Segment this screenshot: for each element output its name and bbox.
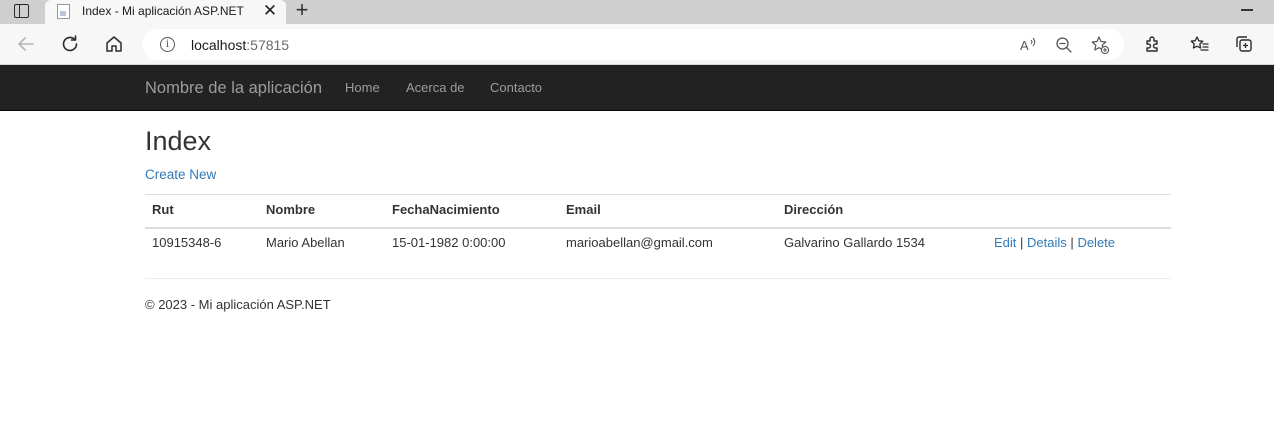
tab-title: Index - Mi aplicación ASP.NET <box>82 4 244 18</box>
nav-link-home[interactable]: Home <box>345 80 380 95</box>
cell-email: marioabellan@gmail.com <box>566 235 713 250</box>
site-navbar: Nombre de la aplicación Home Acerca de C… <box>0 65 1274 111</box>
nav-link-about[interactable]: Acerca de <box>406 80 465 95</box>
table-top-border <box>145 194 1171 195</box>
details-link[interactable]: Details <box>1027 235 1067 250</box>
delete-link[interactable]: Delete <box>1077 235 1115 250</box>
action-separator: | <box>1070 235 1074 250</box>
info-icon[interactable]: i <box>160 37 175 52</box>
browser-toolbar: i localhost:57815 A <box>0 24 1274 65</box>
page-favicon-icon <box>57 4 70 19</box>
table-header-divider <box>145 227 1171 229</box>
add-favorite-icon[interactable] <box>1090 35 1110 55</box>
column-header-fecha-nacimiento: FechaNacimiento <box>392 202 500 217</box>
home-icon[interactable] <box>102 32 126 56</box>
navbar-brand-link[interactable]: Nombre de la aplicación <box>145 79 322 98</box>
browser-tab-strip: Index - Mi aplicación ASP.NET ✕ + <box>0 0 1274 24</box>
refresh-icon[interactable] <box>58 32 82 56</box>
plus-icon[interactable]: + <box>292 0 312 22</box>
nav-link-contact[interactable]: Contacto <box>490 80 542 95</box>
extensions-icon[interactable] <box>1140 32 1164 56</box>
zoom-out-icon[interactable] <box>1054 35 1074 55</box>
column-header-rut: Rut <box>152 202 174 217</box>
back-arrow-icon[interactable] <box>14 32 38 56</box>
window-icon[interactable] <box>14 4 29 18</box>
cell-nombre: Mario Abellan <box>266 235 345 250</box>
minimize-icon[interactable] <box>1241 9 1253 11</box>
cell-rut: 10915348-6 <box>152 235 222 250</box>
row-actions: Edit | Details | Delete <box>994 235 1115 250</box>
favorites-icon[interactable] <box>1188 32 1212 56</box>
action-separator: | <box>1020 235 1024 250</box>
footer-divider <box>145 278 1171 279</box>
create-new-link[interactable]: Create New <box>145 167 216 182</box>
page-title: Index <box>145 126 212 156</box>
footer-copyright: © 2023 - Mi aplicación ASP.NET <box>145 297 331 312</box>
url-text[interactable]: localhost:57815 <box>191 37 289 53</box>
cell-fecha-nacimiento: 15-01-1982 0:00:00 <box>392 235 506 250</box>
read-aloud-icon[interactable]: A <box>1018 35 1038 55</box>
cell-direccion: Galvarino Gallardo 1534 <box>784 235 925 250</box>
column-header-direccion: Dirección <box>784 202 844 217</box>
address-bar[interactable]: i localhost:57815 A <box>142 29 1124 60</box>
edit-link[interactable]: Edit <box>994 235 1016 250</box>
collections-icon[interactable] <box>1232 32 1256 56</box>
svg-text:A: A <box>1020 38 1029 53</box>
column-header-email: Email <box>566 202 601 217</box>
close-icon[interactable]: ✕ <box>261 2 279 20</box>
browser-tab[interactable]: Index - Mi aplicación ASP.NET ✕ <box>45 0 286 24</box>
column-header-nombre: Nombre <box>266 202 316 217</box>
